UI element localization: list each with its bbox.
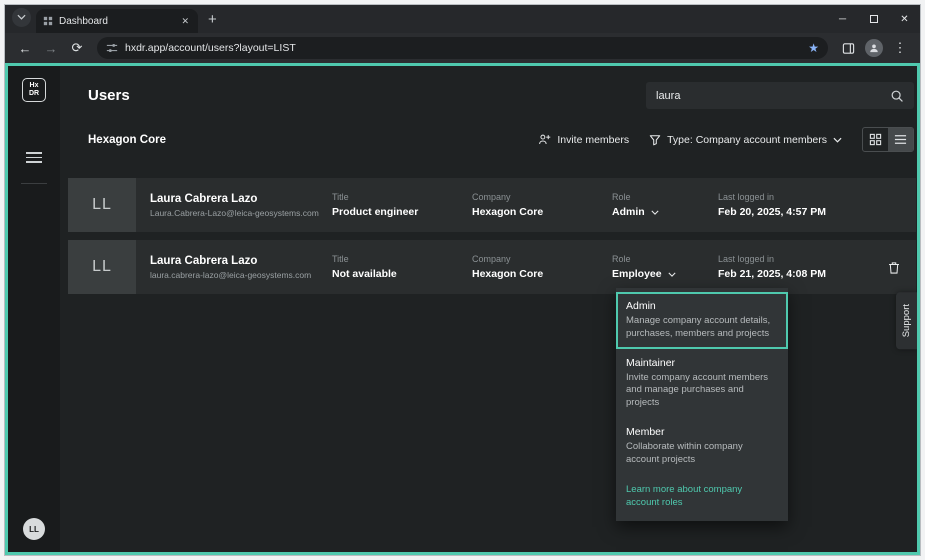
role-option-member[interactable]: Member Collaborate within company accoun… [616, 418, 788, 475]
user-company: Hexagon Core [472, 206, 612, 218]
chevron-down-icon [17, 14, 26, 20]
browser-tabstrip: Dashboard ✕ + ─ ✕ [5, 5, 920, 33]
user-role: Admin [612, 206, 645, 218]
user-role: Employee [612, 268, 662, 280]
user-name: Laura Cabrera Lazo [150, 255, 332, 267]
invite-members-button[interactable]: Invite members [538, 133, 629, 146]
user-list: LL Laura Cabrera Lazo Laura.Cabrera-Lazo… [60, 152, 920, 302]
column-label-last-logged-in: Last logged in [718, 192, 888, 202]
browser-tab-dashboard[interactable]: Dashboard ✕ [36, 9, 198, 33]
current-user-avatar[interactable]: LL [23, 518, 45, 540]
column-label-role: Role [612, 192, 718, 202]
tab-search-button[interactable] [12, 8, 31, 27]
new-tab-button[interactable]: + [198, 11, 227, 28]
role-option-description: Invite company account members and manag… [626, 372, 778, 410]
user-name: Laura Cabrera Lazo [150, 193, 332, 205]
table-row[interactable]: LL Laura Cabrera Lazo laura.cabrera-lazo… [68, 240, 916, 294]
user-last-logged-in: Feb 20, 2025, 4:57 PM [718, 206, 888, 218]
side-panel-button[interactable] [836, 36, 860, 60]
type-filter-dropdown[interactable]: Type: Company account members [649, 134, 842, 146]
user-company: Hexagon Core [472, 268, 612, 280]
close-button[interactable]: ✕ [889, 5, 920, 33]
hxdr-logo[interactable]: Hx DR [22, 78, 46, 102]
window-controls: ─ ✕ [827, 5, 920, 33]
column-label-company: Company [472, 254, 612, 264]
user-title: Not available [332, 268, 472, 280]
tab-title: Dashboard [59, 16, 173, 27]
chevron-down-icon [833, 137, 842, 143]
maximize-button[interactable] [858, 5, 889, 33]
main-area: Users Hexagon Core [60, 66, 920, 552]
maximize-icon [870, 15, 878, 23]
logo-text-bottom: DR [29, 90, 39, 98]
search-input[interactable] [656, 90, 882, 102]
side-panel-icon [842, 42, 855, 55]
learn-more-link[interactable]: Learn more about company account roles [616, 475, 788, 520]
tab-close-icon[interactable]: ✕ [179, 15, 191, 28]
minimize-button[interactable]: ─ [827, 5, 858, 33]
delete-user-button[interactable] [888, 260, 916, 275]
logo-text-top: Hx [30, 82, 39, 90]
column-label-role: Role [612, 254, 718, 264]
filter-funnel-icon [649, 134, 661, 146]
role-option-name: Admin [626, 300, 778, 312]
grid-view-button[interactable] [863, 128, 888, 151]
role-option-description: Collaborate within company account proje… [626, 441, 778, 467]
person-plus-icon [538, 133, 551, 146]
chevron-down-icon [668, 272, 676, 277]
role-dropdown[interactable]: Employee [612, 268, 718, 280]
user-last-logged-in: Feb 21, 2025, 4:08 PM [718, 268, 888, 280]
sidebar-divider [21, 183, 47, 184]
page-title: Users [88, 87, 130, 104]
column-label-company: Company [472, 192, 612, 202]
url-text[interactable]: hxdr.app/account/users?layout=LIST [125, 42, 801, 54]
column-label-title: Title [332, 254, 472, 264]
tab-favicon-icon [43, 16, 53, 26]
search-box[interactable] [646, 82, 914, 109]
bookmark-star-icon[interactable]: ★ [808, 42, 819, 54]
role-option-name: Maintainer [626, 357, 778, 369]
reload-button[interactable]: ⟳ [65, 36, 89, 60]
app-sidebar: Hx DR LL [8, 66, 60, 552]
chevron-down-icon [651, 210, 659, 215]
search-icon[interactable] [890, 89, 904, 103]
menu-hamburger-icon[interactable] [26, 152, 42, 163]
avatar: LL [68, 178, 136, 232]
site-settings-icon [106, 42, 118, 54]
user-title: Product engineer [332, 206, 472, 218]
forward-button[interactable]: → [39, 36, 63, 60]
view-toggle [862, 127, 914, 152]
user-email: Laura.Cabrera-Lazo@leica-geosystems.com [150, 208, 332, 218]
browser-window: Dashboard ✕ + ─ ✕ ← → ⟳ hxdr.app/account… [4, 4, 921, 556]
toolbar-row: Hexagon Core Invite members [60, 109, 920, 152]
address-bar[interactable]: hxdr.app/account/users?layout=LIST ★ [97, 37, 828, 59]
column-label-title: Title [332, 192, 472, 202]
page-content: Hx DR LL Users Hexagon Cor [5, 63, 920, 555]
profile-avatar-button[interactable] [865, 39, 883, 57]
role-option-description: Manage company account details, purchase… [626, 315, 778, 341]
role-option-maintainer[interactable]: Maintainer Invite company account member… [616, 349, 788, 418]
user-email: laura.cabrera-lazo@leica-geosystems.com [150, 270, 332, 280]
role-option-name: Member [626, 426, 778, 438]
role-menu: Admin Manage company account details, pu… [616, 288, 788, 521]
support-tab[interactable]: Support [896, 292, 917, 349]
avatar: LL [68, 240, 136, 294]
invite-members-label: Invite members [557, 134, 629, 146]
trash-icon [888, 260, 900, 275]
browser-navbar: ← → ⟳ hxdr.app/account/users?layout=LIST… [5, 33, 920, 63]
person-icon [869, 43, 879, 53]
type-filter-label: Type: Company account members [667, 134, 827, 146]
company-name: Hexagon Core [88, 134, 166, 146]
role-dropdown[interactable]: Admin [612, 206, 718, 218]
back-button[interactable]: ← [13, 36, 37, 60]
header-row: Users [60, 66, 920, 109]
column-label-last-logged-in: Last logged in [718, 254, 888, 264]
browser-menu-button[interactable]: ⋮ [888, 36, 912, 60]
grid-icon [869, 133, 882, 146]
table-row[interactable]: LL Laura Cabrera Lazo Laura.Cabrera-Lazo… [68, 178, 916, 232]
role-option-admin[interactable]: Admin Manage company account details, pu… [616, 292, 788, 349]
list-icon [894, 133, 907, 146]
list-view-button[interactable] [888, 128, 913, 151]
